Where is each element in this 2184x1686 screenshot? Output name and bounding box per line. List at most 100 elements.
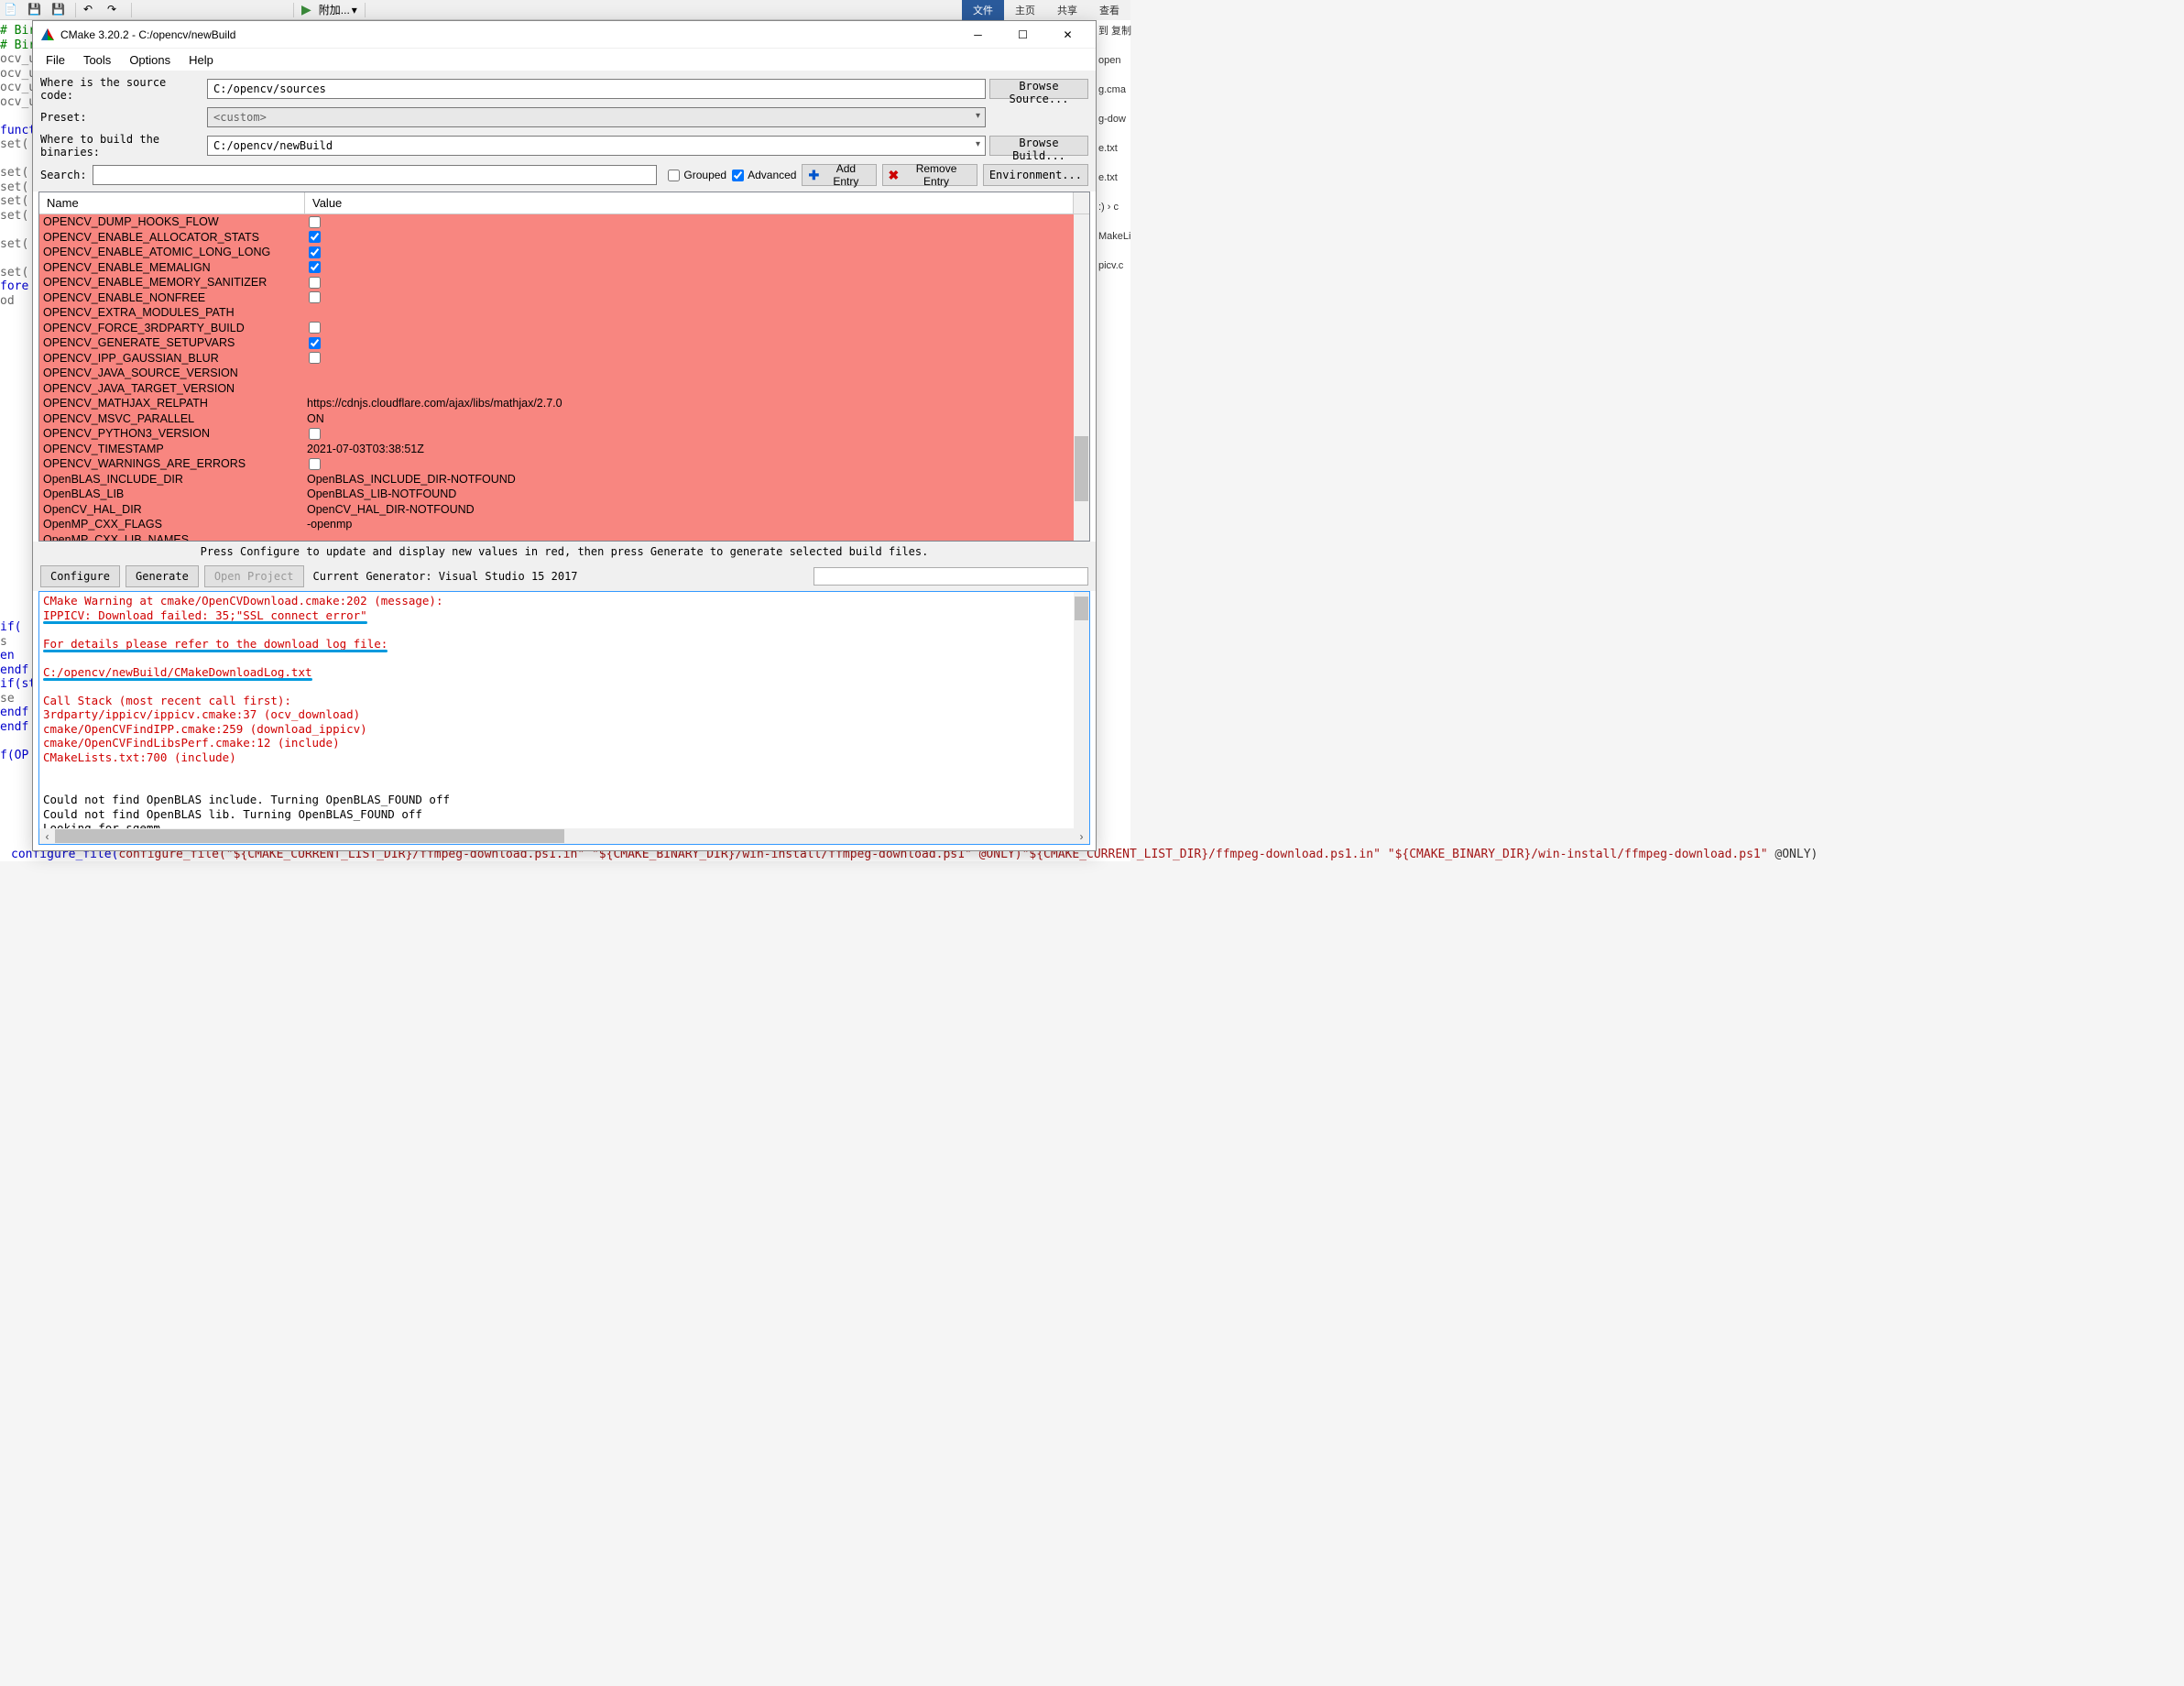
browse-build-button[interactable]: Browse Build... bbox=[989, 136, 1088, 156]
table-row[interactable]: OPENCV_PYTHON3_VERSION bbox=[39, 426, 1074, 442]
cache-name: OPENCV_ENABLE_ALLOCATOR_STATS bbox=[39, 231, 305, 244]
table-row[interactable]: OPENCV_FORCE_3RDPARTY_BUILD bbox=[39, 321, 1074, 336]
generate-button[interactable]: Generate bbox=[126, 565, 199, 587]
configure-button[interactable]: Configure bbox=[40, 565, 120, 587]
remove-entry-button[interactable]: ✖Remove Entry bbox=[882, 164, 977, 186]
table-row[interactable]: OPENCV_ENABLE_ATOMIC_LONG_LONG bbox=[39, 245, 1074, 260]
table-row[interactable]: OpenMP_CXX_FLAGS-openmp bbox=[39, 517, 1074, 532]
minimize-button[interactable]: ─ bbox=[957, 22, 999, 48]
cache-value[interactable] bbox=[305, 352, 1074, 364]
ide-toolbar: 📄 💾 💾 ↶ ↷ ▶ 附加... ▾ 文件 主页 共享 查看 bbox=[0, 0, 1130, 20]
build-path-input[interactable] bbox=[207, 136, 986, 156]
grouped-checkbox[interactable]: Grouped bbox=[668, 169, 726, 181]
table-row[interactable]: OPENCV_WARNINGS_ARE_ERRORS bbox=[39, 456, 1074, 472]
tab-file[interactable]: 文件 bbox=[962, 0, 1004, 20]
open-project-button[interactable]: Open Project bbox=[204, 565, 304, 587]
cache-name: OPENCV_GENERATE_SETUPVARS bbox=[39, 336, 305, 349]
column-value[interactable]: Value bbox=[305, 192, 1074, 213]
table-row[interactable]: OpenCV_HAL_DIROpenCV_HAL_DIR-NOTFOUND bbox=[39, 502, 1074, 518]
close-button[interactable]: ✕ bbox=[1047, 22, 1088, 48]
play-icon[interactable]: ▶ bbox=[301, 2, 311, 17]
save-all-icon[interactable]: 💾 bbox=[51, 3, 68, 17]
cache-value[interactable] bbox=[305, 261, 1074, 273]
menu-help[interactable]: Help bbox=[180, 50, 223, 70]
environment-button[interactable]: Environment... bbox=[983, 164, 1088, 186]
cmake-window: CMake 3.20.2 - C:/opencv/newBuild ─ ☐ ✕ … bbox=[32, 20, 1097, 851]
cache-value[interactable]: https://cdnjs.cloudflare.com/ajax/libs/m… bbox=[305, 397, 1074, 410]
table-row[interactable]: OPENCV_MATHJAX_RELPATHhttps://cdnjs.clou… bbox=[39, 396, 1074, 411]
table-row[interactable]: OpenMP_CXX_LIB_NAMES bbox=[39, 532, 1074, 542]
cache-value[interactable] bbox=[305, 216, 1074, 228]
table-row[interactable]: OPENCV_ENABLE_MEMALIGN bbox=[39, 260, 1074, 276]
cache-value[interactable] bbox=[305, 337, 1074, 349]
cache-value[interactable]: 2021-07-03T03:38:51Z bbox=[305, 443, 1074, 455]
table-row[interactable]: OPENCV_ENABLE_ALLOCATOR_STATS bbox=[39, 230, 1074, 246]
cache-value[interactable]: OpenCV_HAL_DIR-NOTFOUND bbox=[305, 503, 1074, 516]
cache-value[interactable] bbox=[305, 231, 1074, 243]
table-row[interactable]: OPENCV_ENABLE_NONFREE bbox=[39, 290, 1074, 306]
redo-icon[interactable]: ↷ bbox=[107, 3, 124, 17]
search-label: Search: bbox=[40, 169, 87, 181]
cache-value[interactable] bbox=[305, 322, 1074, 334]
menubar: File Tools Options Help bbox=[33, 49, 1096, 71]
cache-name: OPENCV_WARNINGS_ARE_ERRORS bbox=[39, 457, 305, 470]
cache-name: OPENCV_ENABLE_MEMALIGN bbox=[39, 261, 305, 274]
cache-value[interactable]: OpenBLAS_INCLUDE_DIR-NOTFOUND bbox=[305, 473, 1074, 486]
titlebar[interactable]: CMake 3.20.2 - C:/opencv/newBuild ─ ☐ ✕ bbox=[33, 21, 1096, 49]
browse-source-button[interactable]: Browse Source... bbox=[989, 79, 1088, 99]
table-scrollbar[interactable] bbox=[1074, 214, 1089, 541]
output-vscrollbar[interactable] bbox=[1074, 592, 1089, 828]
menu-file[interactable]: File bbox=[37, 50, 74, 70]
cache-name: OPENCV_MSVC_PARALLEL bbox=[39, 412, 305, 425]
table-row[interactable]: OpenBLAS_LIBOpenBLAS_LIB-NOTFOUND bbox=[39, 487, 1074, 502]
cache-value[interactable] bbox=[305, 291, 1074, 303]
undo-icon[interactable]: ↶ bbox=[83, 3, 100, 17]
tab-home[interactable]: 主页 bbox=[1004, 0, 1046, 20]
cache-name: OPENCV_MATHJAX_RELPATH bbox=[39, 397, 305, 410]
tab-view[interactable]: 查看 bbox=[1088, 0, 1130, 20]
source-path-input[interactable] bbox=[207, 79, 986, 99]
cache-value[interactable]: OpenBLAS_LIB-NOTFOUND bbox=[305, 487, 1074, 500]
cache-value[interactable] bbox=[305, 246, 1074, 258]
cache-name: OpenMP_CXX_FLAGS bbox=[39, 518, 305, 531]
table-row[interactable]: OPENCV_JAVA_TARGET_VERSION bbox=[39, 381, 1074, 397]
output-text[interactable]: CMake Warning at cmake/OpenCVDownload.cm… bbox=[39, 592, 1074, 828]
cache-value[interactable] bbox=[305, 428, 1074, 440]
maximize-button[interactable]: ☐ bbox=[1002, 22, 1043, 48]
cache-value[interactable]: -openmp bbox=[305, 518, 1074, 531]
table-row[interactable]: OpenBLAS_INCLUDE_DIROpenBLAS_INCLUDE_DIR… bbox=[39, 472, 1074, 487]
table-rows: OPENCV_DUMP_HOOKS_FLOWOPENCV_ENABLE_ALLO… bbox=[39, 214, 1074, 541]
form-area: Where is the source code: Browse Source.… bbox=[33, 71, 1096, 192]
generator-info: Current Generator: Visual Studio 15 2017 bbox=[310, 570, 808, 583]
cache-value[interactable]: ON bbox=[305, 412, 1074, 425]
search-input[interactable] bbox=[93, 165, 658, 185]
action-row: Configure Generate Open Project Current … bbox=[33, 562, 1096, 591]
table-row[interactable]: OPENCV_TIMESTAMP2021-07-03T03:38:51Z bbox=[39, 442, 1074, 457]
table-row[interactable]: OPENCV_JAVA_SOURCE_VERSION bbox=[39, 366, 1074, 381]
cache-value[interactable] bbox=[305, 458, 1074, 470]
table-row[interactable]: OPENCV_GENERATE_SETUPVARS bbox=[39, 335, 1074, 351]
table-row[interactable]: OPENCV_IPP_GAUSSIAN_BLUR bbox=[39, 351, 1074, 367]
add-entry-button[interactable]: ✚Add Entry bbox=[802, 164, 876, 186]
tab-share[interactable]: 共享 bbox=[1046, 0, 1088, 20]
cache-name: OPENCV_ENABLE_NONFREE bbox=[39, 291, 305, 304]
cache-name: OPENCV_JAVA_TARGET_VERSION bbox=[39, 382, 305, 395]
menu-options[interactable]: Options bbox=[120, 50, 180, 70]
table-row[interactable]: OPENCV_MSVC_PARALLELON bbox=[39, 411, 1074, 427]
cache-table: Name Value OPENCV_DUMP_HOOKS_FLOWOPENCV_… bbox=[38, 192, 1090, 542]
cache-name: OPENCV_ENABLE_ATOMIC_LONG_LONG bbox=[39, 246, 305, 258]
save-icon[interactable]: 💾 bbox=[27, 3, 44, 17]
source-label: Where is the source code: bbox=[40, 76, 203, 102]
build-label: Where to build the binaries: bbox=[40, 133, 203, 159]
attach-button[interactable]: 附加... ▾ bbox=[319, 2, 357, 17]
cmake-logo-icon bbox=[40, 27, 55, 42]
output-hscrollbar[interactable]: ‹ › bbox=[39, 828, 1089, 844]
menu-tools[interactable]: Tools bbox=[74, 50, 120, 70]
cache-value[interactable] bbox=[305, 277, 1074, 289]
table-row[interactable]: OPENCV_EXTRA_MODULES_PATH bbox=[39, 305, 1074, 321]
table-row[interactable]: OPENCV_DUMP_HOOKS_FLOW bbox=[39, 214, 1074, 230]
advanced-checkbox[interactable]: Advanced bbox=[732, 169, 796, 181]
table-row[interactable]: OPENCV_ENABLE_MEMORY_SANITIZER bbox=[39, 275, 1074, 290]
preset-combo[interactable] bbox=[207, 107, 986, 127]
column-name[interactable]: Name bbox=[39, 192, 305, 213]
